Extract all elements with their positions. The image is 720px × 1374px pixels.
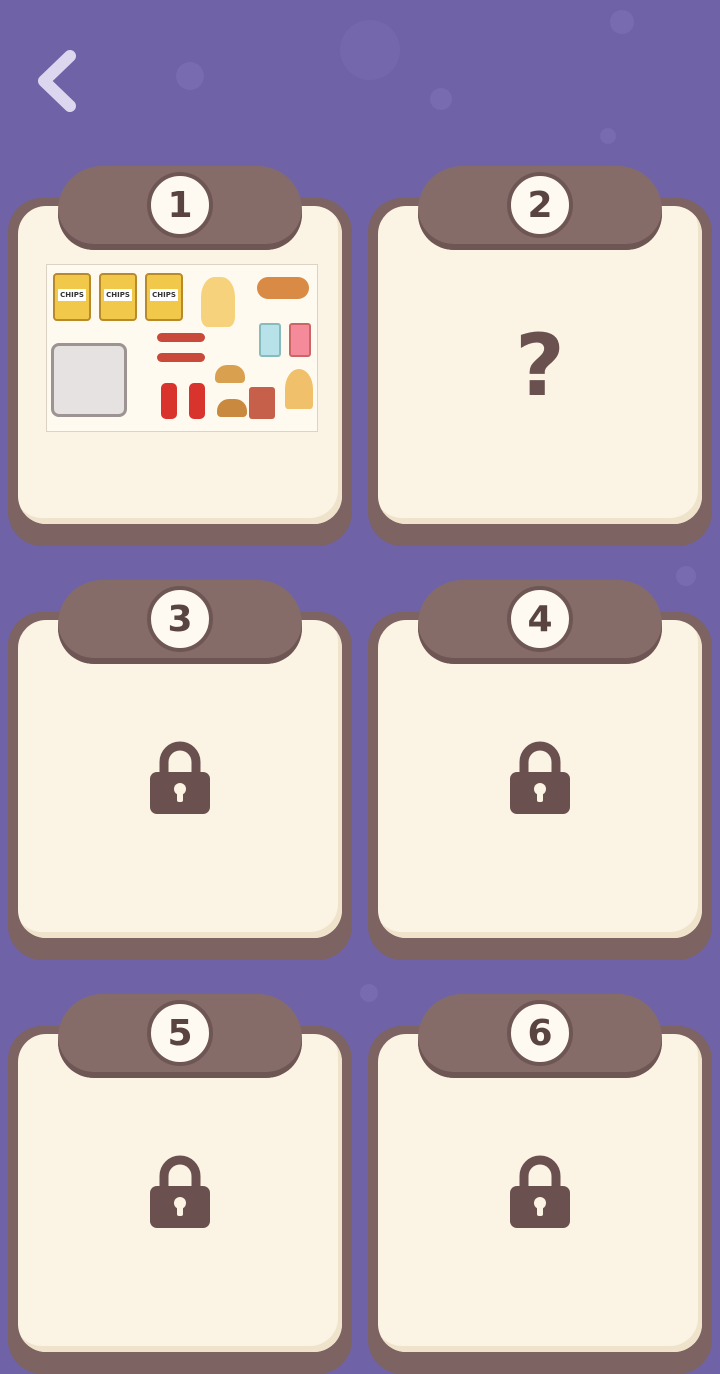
drink-item <box>259 323 281 357</box>
chips-label: CHIPS <box>104 289 132 301</box>
ketchup-item <box>161 383 177 419</box>
chips-bag-item: CHIPS <box>99 273 137 321</box>
level-number-badge: 2 <box>507 172 573 238</box>
ketchup-item <box>189 383 205 419</box>
background-dot <box>610 10 634 34</box>
fries-cone-item <box>201 277 235 327</box>
chips-bag-item: CHIPS <box>53 273 91 321</box>
level-card-5[interactable]: 5 <box>8 994 352 1374</box>
burger-item <box>215 365 245 383</box>
chevron-left-icon <box>38 50 76 112</box>
level-card-4[interactable]: 4 <box>368 580 712 960</box>
level-card-6[interactable]: 6 <box>368 994 712 1374</box>
back-button[interactable] <box>30 48 90 114</box>
lock-icon <box>508 740 572 820</box>
drink-item <box>289 323 311 357</box>
level-card-3[interactable]: 3 <box>8 580 352 960</box>
lock-icon <box>148 1154 212 1234</box>
background-dot <box>430 88 452 110</box>
background-dot <box>600 128 616 144</box>
question-mark-icon: ? <box>515 316 565 416</box>
chips-label: CHIPS <box>150 289 178 301</box>
chips-bag-item: CHIPS <box>145 273 183 321</box>
level-number-badge: 6 <box>507 1000 573 1066</box>
background-dot <box>340 20 400 80</box>
level-number-badge: 3 <box>147 586 213 652</box>
level-card-1[interactable]: 1 CHIPS CHIPS CHIPS <box>8 166 352 546</box>
background-dot <box>176 62 204 90</box>
lock-icon <box>508 1154 572 1234</box>
level-number-badge: 4 <box>507 586 573 652</box>
level-card-2[interactable]: 2 ? <box>368 166 712 546</box>
level-preview-image: CHIPS CHIPS CHIPS <box>46 264 318 432</box>
tray-item <box>51 343 127 417</box>
sausage-item <box>157 353 205 362</box>
level-number-badge: 1 <box>147 172 213 238</box>
level-number-badge: 5 <box>147 1000 213 1066</box>
chips-label: CHIPS <box>58 289 86 301</box>
sandwich-item <box>257 277 309 299</box>
sausage-item <box>157 333 205 342</box>
burger-item <box>217 399 247 417</box>
taco-item <box>285 369 313 409</box>
lock-icon <box>148 740 212 820</box>
snack-box-item <box>249 387 275 419</box>
